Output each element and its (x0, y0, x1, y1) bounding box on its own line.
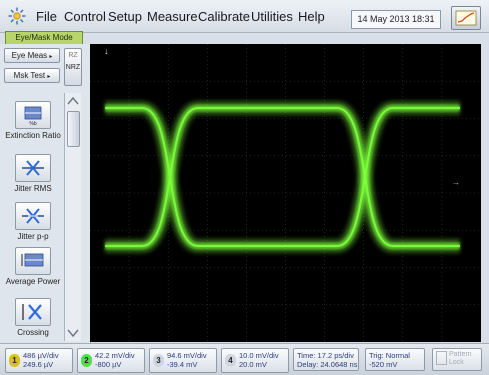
tool-label: Average Power (5, 277, 61, 286)
crossing-percentage-icon (15, 298, 51, 326)
timebase-delay: Delay: 24.0648 ns (297, 360, 358, 369)
scroll-thumb[interactable] (67, 111, 80, 147)
top-marker-icon: ↓ (104, 46, 109, 56)
eye-traces (105, 101, 460, 253)
menu-measure[interactable]: Measure (147, 9, 198, 24)
menu-bar: File Control Setup Measure Calibrate Uti… (0, 0, 489, 33)
channel-1-badge: 1 (9, 354, 20, 367)
graticule (90, 44, 481, 342)
menu-file[interactable]: File (36, 9, 57, 24)
channel-3-box[interactable]: 3 94.6 mV/div -39.4 mV (149, 348, 217, 373)
pattern-lock-button[interactable]: Pattern Lock (432, 348, 482, 371)
rz-nrz-toggle[interactable]: RZ NRZ (64, 48, 82, 86)
channel-1-offset: 249.6 µV (23, 360, 54, 369)
eye-diagram-display[interactable]: ↓ → (90, 44, 481, 342)
status-bar: 1 486 µV/div 249.6 µV 2 42.2 mV/div -800 µ… (0, 343, 489, 375)
channel-2-box[interactable]: 2 42.2 mV/div -800 µV (77, 348, 145, 373)
level-marker-icon: → (452, 178, 460, 187)
channel-4-offset: 20.0 mV (239, 360, 267, 369)
channel-4-box[interactable]: 4 10.0 mV/div 20.0 mV (221, 348, 289, 373)
trigger-mode: Trig: Normal (369, 351, 410, 360)
tool-label: Extinction Ratio (5, 131, 61, 140)
menu-help[interactable]: Help (298, 9, 325, 24)
scope-display-button[interactable] (451, 6, 481, 30)
timebase-box[interactable]: Time: 17.2 ps/div Delay: 24.0648 ns (293, 348, 359, 371)
channel-2-badge: 2 (81, 354, 92, 367)
trigger-box[interactable]: Trig: Normal -520 mV (365, 348, 425, 371)
mask-test-label: Msk Test (13, 71, 46, 80)
date-time-display: 14 May 2013 18:31 (351, 10, 441, 29)
menu-control[interactable]: Control (64, 9, 106, 24)
eye-meas-label: Eye Meas (11, 51, 48, 60)
menu-utilities[interactable]: Utilities (251, 9, 293, 24)
crossing-percentage-tool[interactable]: Crossing Percentage (4, 298, 62, 337)
channel-2-scale: 42.2 mV/div (95, 351, 135, 360)
jitter-rms-tool[interactable]: Jitter RMS (4, 154, 62, 193)
menu-setup[interactable]: Setup (108, 9, 142, 24)
channel-4-scale: 10.0 mV/div (239, 351, 279, 360)
nrz-label: NRZ (65, 64, 81, 71)
scroll-up-icon[interactable] (66, 95, 80, 107)
extinction-ratio-icon: %b (15, 101, 51, 129)
average-power-tool[interactable]: Average Power (4, 247, 62, 286)
channel-3-scale: 94.6 mV/div (167, 351, 207, 360)
menu-calibrate[interactable]: Calibrate (198, 9, 250, 24)
jitter-pp-icon (15, 202, 51, 230)
trigger-level: -520 mV (369, 360, 398, 369)
channel-1-scale: 486 µV/div (23, 351, 59, 360)
app-sunburst-icon[interactable] (8, 7, 26, 25)
dropdown-arrow-icon: ▸ (49, 54, 53, 60)
pattern-lock-icon (436, 351, 447, 365)
rz-label: RZ (68, 52, 78, 59)
left-panel: Eye Meas ▸ Msk Test ▸ RZ NRZ %b Extincti… (0, 44, 91, 344)
extinction-ratio-tool[interactable]: %b Extinction Ratio (4, 101, 62, 140)
jitter-pp-tool[interactable]: Jitter p-p (4, 202, 62, 241)
scroll-down-icon[interactable] (66, 327, 80, 339)
timebase-scale: Time: 17.2 ps/div (297, 351, 354, 360)
channel-3-badge: 3 (153, 354, 164, 367)
tool-label: Jitter RMS (14, 184, 52, 193)
mask-test-button[interactable]: Msk Test ▸ (4, 68, 60, 83)
average-power-icon (15, 247, 51, 275)
channel-4-badge: 4 (225, 354, 236, 367)
waveform-icon (455, 10, 477, 26)
pattern-lock-label: Pattern Lock (449, 351, 472, 366)
channel-2-offset: -800 µV (95, 360, 122, 369)
tool-scrollbar[interactable] (64, 93, 81, 341)
dropdown-arrow-icon: ▸ (47, 74, 51, 80)
tool-label: Crossing Percentage (17, 328, 49, 337)
channel-1-box[interactable]: 1 486 µV/div 249.6 µV (5, 348, 73, 373)
eye-meas-button[interactable]: Eye Meas ▸ (4, 48, 60, 63)
channel-3-offset: -39.4 mV (167, 360, 198, 369)
tool-label: Jitter p-p (17, 232, 49, 241)
jitter-rms-icon (15, 154, 51, 182)
svg-text:%b: %b (29, 121, 36, 127)
mode-tab[interactable]: Eye/Mask Mode (5, 31, 83, 45)
eye-diagram-plot: ↓ → (90, 44, 481, 342)
